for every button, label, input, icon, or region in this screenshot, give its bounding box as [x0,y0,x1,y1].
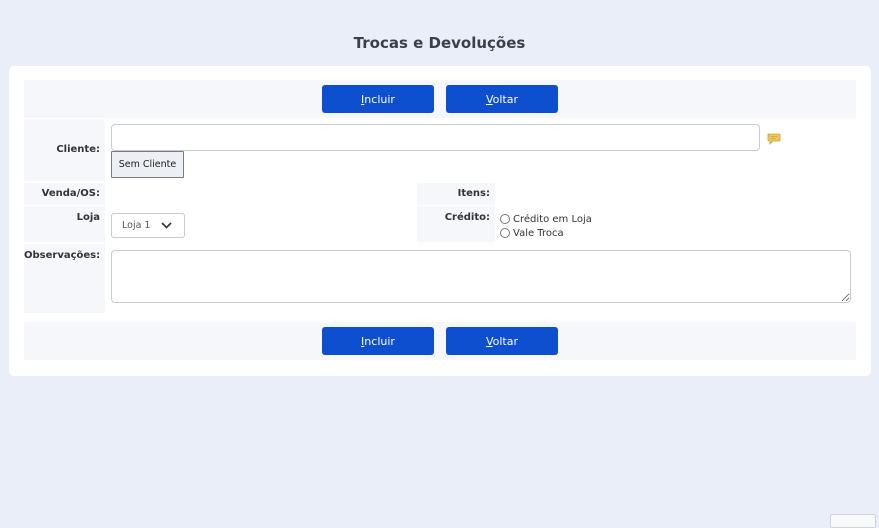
radio-option-vale-troca[interactable]: Vale Troca [500,226,592,240]
cliente-input[interactable] [111,124,760,151]
voltar-button[interactable]: Voltar [446,85,558,113]
page-title: Trocas e Devoluções [353,34,526,52]
cliente-label: Cliente: [24,119,105,181]
corner-widget[interactable] [830,514,876,528]
chat-bubble-icon[interactable] [767,133,781,145]
radio-option-credito-em-loja[interactable]: Crédito em Loja [500,212,592,226]
radio-button[interactable] [500,214,510,224]
radio-label: Crédito em Loja [513,213,592,225]
top-button-bar: Incluir Voltar [24,80,856,118]
venda-os-label: Venda/OS: [24,183,105,205]
bottom-button-bar: Incluir Voltar [24,322,856,360]
observacoes-textarea[interactable] [111,250,851,303]
observacoes-label: Observações: [24,244,105,313]
loja-selected-value: Loja 1 [122,220,151,231]
itens-label: Itens: [417,183,495,205]
credito-radio-group: Crédito em Loja Vale Troca [500,212,592,240]
credito-label: Crédito: [417,206,495,242]
sem-cliente-button[interactable]: Sem Cliente [111,151,184,178]
chevron-down-icon [161,222,172,229]
radio-label: Vale Troca [513,227,564,239]
voltar-button-bottom[interactable]: Voltar [446,327,558,355]
incluir-button-bottom[interactable]: Incluir [322,327,434,355]
incluir-button[interactable]: Incluir [322,85,434,113]
loja-select[interactable]: Loja 1 [111,213,185,238]
radio-button[interactable] [500,228,510,238]
form-card: Incluir Voltar Cliente: Sem Cliente Vend… [9,66,871,376]
loja-label: Loja [24,206,105,242]
